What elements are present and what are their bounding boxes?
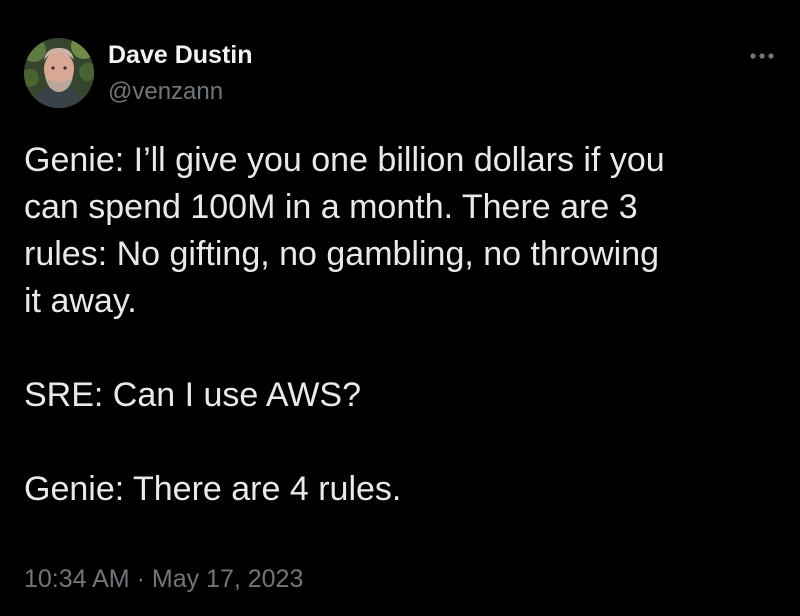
tweet-paragraph: Genie: I’ll give you one billion dollars… bbox=[24, 137, 784, 325]
tweet-card: Dave Dustin @venzann Genie: I’ll give yo… bbox=[0, 0, 800, 616]
tweet-paragraph: Genie: There are 4 rules. bbox=[24, 466, 784, 513]
tweet-line: it away. bbox=[24, 282, 137, 320]
tweet-line: can spend 100M in a month. There are 3 bbox=[24, 188, 638, 226]
tweet-line: Genie: There are 4 rules. bbox=[24, 470, 402, 508]
tweet-line: Genie: I’ll give you one billion dollars… bbox=[24, 141, 665, 179]
author-handle[interactable]: @venzann bbox=[108, 78, 223, 106]
timestamp-separator: · bbox=[136, 565, 145, 593]
tweet-paragraph: SRE: Can I use AWS? bbox=[24, 372, 784, 419]
author-display-name[interactable]: Dave Dustin bbox=[108, 40, 252, 70]
tweet-text: Genie: I’ll give you one billion dollars… bbox=[24, 137, 784, 513]
tweet-time: 10:34 AM bbox=[24, 565, 130, 593]
avatar[interactable] bbox=[24, 38, 94, 108]
tweet-timestamp[interactable]: 10:34 AM · May 17, 2023 bbox=[24, 563, 303, 595]
more-horizontal-icon bbox=[750, 53, 774, 59]
profile-photo-icon bbox=[24, 38, 94, 108]
more-options-button[interactable] bbox=[744, 44, 780, 68]
tweet-line: rules: No gifting, no gambling, no throw… bbox=[24, 235, 660, 273]
tweet-date: May 17, 2023 bbox=[151, 565, 304, 593]
tweet-line: SRE: Can I use AWS? bbox=[24, 376, 361, 414]
